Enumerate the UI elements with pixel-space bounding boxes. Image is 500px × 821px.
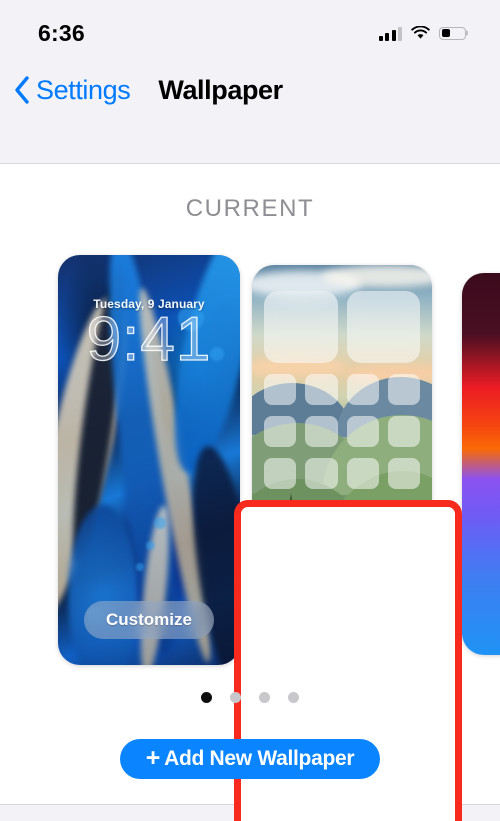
app-icon-placeholder (305, 374, 338, 405)
wallpaper-card-gradient-preview[interactable] (462, 273, 500, 655)
page-dot-4[interactable] (288, 692, 299, 703)
customize-button-lock-screen[interactable]: Customize (84, 601, 214, 639)
app-icon-placeholder (264, 458, 297, 489)
status-bar-indicators (378, 26, 466, 41)
add-new-wallpaper-button[interactable]: + Add New Wallpaper (119, 739, 381, 779)
nav-title-row: Settings Wallpaper (0, 64, 500, 116)
wallpaper-content: CURRENT Tuesday, 9 January 9:41 Customiz… (0, 165, 500, 821)
decorative-swirl (68, 505, 138, 665)
bottom-section-strip (0, 804, 500, 821)
back-button-label: Settings (36, 74, 131, 105)
navigation-bar: 6:36 Settings Wallpaper (0, 0, 500, 164)
app-icon-placeholder (387, 416, 420, 447)
page-indicator-dots[interactable] (0, 692, 500, 703)
app-icon-placeholder (264, 416, 297, 447)
home-screen-icon-grid (252, 265, 432, 655)
section-header-current: CURRENT (185, 195, 315, 222)
decorative-bubble (146, 541, 155, 550)
app-icon-placeholder (305, 416, 338, 447)
widget-row (264, 291, 420, 363)
page-title: Wallpaper (158, 74, 283, 105)
widget-placeholder (346, 291, 420, 363)
wifi-icon (411, 26, 430, 40)
wallpaper-card-lock-screen[interactable]: Tuesday, 9 January 9:41 Customize (58, 255, 240, 665)
app-icon-row (264, 458, 420, 489)
app-icon-placeholder (387, 374, 420, 405)
app-icon-placeholder (387, 458, 420, 489)
app-icon-placeholder (346, 458, 379, 489)
decorative-bubble (136, 563, 144, 571)
widget-placeholder (264, 291, 338, 363)
app-icon-placeholder (305, 458, 338, 489)
app-icon-placeholder (264, 374, 297, 405)
app-icon-placeholder (346, 416, 379, 447)
customize-button-home-screen[interactable]: Customize (277, 599, 407, 637)
status-bar-time: 6:36 (38, 19, 85, 46)
add-wallpaper-row: + Add New Wallpaper (0, 739, 500, 779)
settings-wallpaper-screen: 6:36 Settings Wallpaper CURRENT Tuesday,… (0, 0, 500, 821)
app-icon-row (264, 374, 420, 405)
add-new-wallpaper-label: Add New Wallpaper (164, 747, 355, 770)
battery-icon (439, 26, 466, 40)
back-button[interactable]: Settings (14, 74, 131, 105)
page-dot-2[interactable] (230, 692, 241, 703)
decorative-bubble (154, 517, 166, 529)
wallpaper-card-home-screen[interactable]: Customize (252, 265, 432, 655)
decorative-bubble (178, 305, 204, 331)
app-icon-row (264, 416, 420, 447)
wallpaper-carousel[interactable]: Tuesday, 9 January 9:41 Customize Custom… (0, 255, 500, 821)
status-bar: 6:36 (0, 16, 500, 50)
cellular-bars-icon (378, 26, 402, 41)
app-icon-placeholder (346, 374, 379, 405)
page-dot-1[interactable] (201, 692, 212, 703)
decorative-bubble (210, 347, 224, 361)
chevron-left-icon (15, 76, 29, 104)
plus-icon: + (145, 743, 161, 772)
page-dot-3[interactable] (259, 692, 270, 703)
